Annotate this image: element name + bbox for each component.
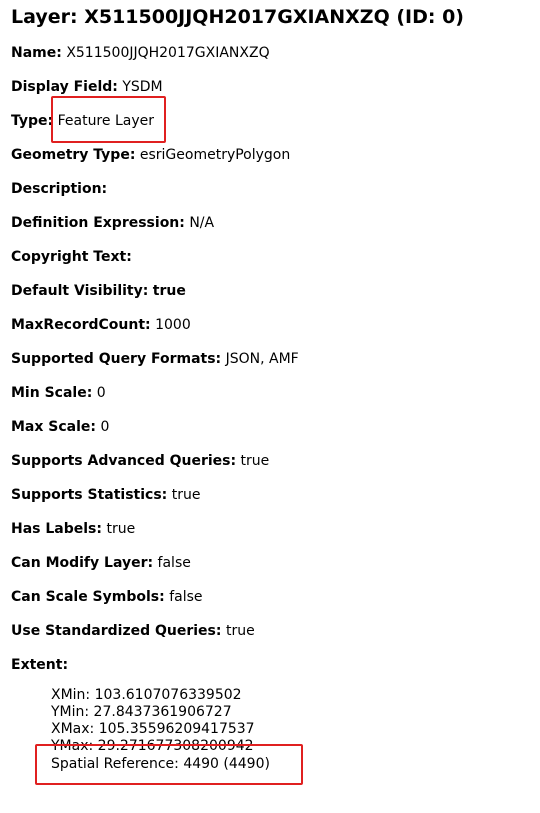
field-label: Default Visibility: [11,283,149,299]
field-value: true [171,487,201,503]
field-value: 0 [100,419,110,435]
field-label: Supports Advanced Queries: [11,453,237,469]
field-extent: Extent: [11,656,68,674]
field-label: Use Standardized Queries: [11,623,222,639]
field-label: Type: [11,113,54,129]
field-supports-advanced-queries: Supports Advanced Queries: true [11,452,269,470]
field-label: Supported Query Formats: [11,351,222,367]
field-value: false [169,589,203,605]
field-label: Copyright Text: [11,249,132,265]
field-value: YSDM [122,79,163,95]
field-description: Description: [11,180,107,198]
extent-xmin: XMin: 103.6107076339502 [51,687,242,703]
field-value: true [240,453,270,469]
highlight-box-type [51,96,166,143]
field-label: Extent: [11,657,69,673]
field-value: X511500JJQH2017GXIANXZQ [66,45,270,61]
field-label: Geometry Type: [11,147,136,163]
field-value: true [225,623,255,639]
field-label: Max Scale: [11,419,97,435]
extent-xmax: XMax: 105.35596209417537 [51,721,255,737]
field-max-record-count: MaxRecordCount: 1000 [11,316,191,334]
field-value: true [152,283,186,299]
page-title: Layer: X511500JJQH2017GXIANXZQ (ID: 0) [11,6,464,28]
field-value: true [106,521,136,537]
field-label: Supports Statistics: [11,487,168,503]
field-label: Can Modify Layer: [11,555,154,571]
field-label: Definition Expression: [11,215,185,231]
field-name: Name: X511500JJQH2017GXIANXZQ [11,44,270,62]
field-max-scale: Max Scale: 0 [11,418,109,436]
field-supports-statistics: Supports Statistics: true [11,486,200,504]
field-copyright-text: Copyright Text: [11,248,132,266]
field-label: Can Scale Symbols: [11,589,165,605]
field-definition-expression: Definition Expression: N/A [11,214,214,232]
field-value: 0 [96,385,106,401]
field-value: JSON, AMF [225,351,299,367]
field-value: false [157,555,191,571]
field-supported-query-formats: Supported Query Formats: JSON, AMF [11,350,299,368]
extent-ymin: YMin: 27.8437361906727 [51,704,232,720]
field-can-scale-symbols: Can Scale Symbols: false [11,588,203,606]
field-value: esriGeometryPolygon [139,147,291,163]
field-label: Description: [11,181,108,197]
field-value: N/A [189,215,215,231]
field-value: 1000 [155,317,191,333]
field-label: MaxRecordCount: [11,317,151,333]
field-label: Has Labels: [11,521,102,537]
field-geometry-type: Geometry Type: esriGeometryPolygon [11,146,290,164]
field-use-standardized-queries: Use Standardized Queries: true [11,622,255,640]
field-display-field: Display Field: YSDM [11,78,163,96]
field-default-visibility: Default Visibility: true [11,282,186,300]
field-has-labels: Has Labels: true [11,520,135,538]
field-can-modify-layer: Can Modify Layer: false [11,554,191,572]
highlight-box-spatial-reference [35,744,303,785]
field-label: Min Scale: [11,385,93,401]
field-label: Display Field: [11,79,118,95]
field-min-scale: Min Scale: 0 [11,384,106,402]
field-label: Name: [11,45,62,61]
